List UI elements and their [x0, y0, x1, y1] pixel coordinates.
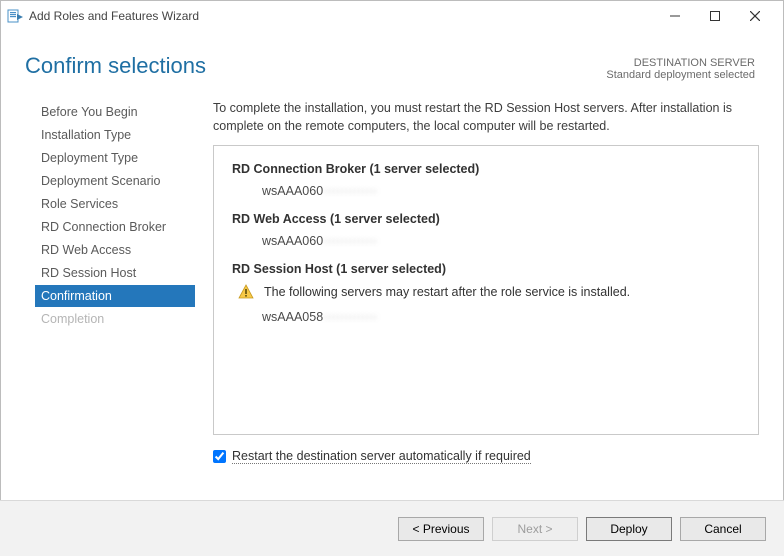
dest-label: DESTINATION SERVER: [606, 57, 755, 69]
footer: < Previous Next > Deploy Cancel: [0, 500, 784, 556]
window-controls: [655, 2, 775, 30]
restart-warning: The following servers may restart after …: [238, 284, 740, 300]
minimize-button[interactable]: [655, 2, 695, 30]
dest-value: Standard deployment selected: [606, 69, 755, 81]
step-role-services[interactable]: Role Services: [35, 193, 195, 215]
next-button: Next >: [492, 517, 578, 541]
step-completion: Completion: [35, 308, 195, 330]
content: Before You Begin Installation Type Deplo…: [1, 81, 783, 485]
page-title: Confirm selections: [25, 53, 606, 79]
rd-web-access-head: RD Web Access (1 server selected): [232, 212, 740, 226]
warning-text: The following servers may restart after …: [264, 285, 630, 299]
step-rd-web-access[interactable]: RD Web Access: [35, 239, 195, 261]
step-rd-session-host[interactable]: RD Session Host: [35, 262, 195, 284]
destination-server: DESTINATION SERVER Standard deployment s…: [606, 57, 755, 81]
rd-connection-broker-head: RD Connection Broker (1 server selected): [232, 162, 740, 176]
wizard-icon: [7, 8, 23, 24]
main-panel: To complete the installation, you must r…: [195, 99, 759, 485]
selections-panel: RD Connection Broker (1 server selected)…: [213, 145, 759, 435]
step-confirmation[interactable]: Confirmation: [35, 285, 195, 307]
rd-session-host-head: RD Session Host (1 server selected): [232, 262, 740, 276]
restart-checkbox-label[interactable]: Restart the destination server automatic…: [232, 449, 531, 464]
intro-text: To complete the installation, you must r…: [213, 99, 759, 135]
previous-button[interactable]: < Previous: [398, 517, 484, 541]
wizard-steps: Before You Begin Installation Type Deplo…: [35, 99, 195, 485]
deploy-button[interactable]: Deploy: [586, 517, 672, 541]
step-rd-connection-broker[interactable]: RD Connection Broker: [35, 216, 195, 238]
maximize-button[interactable]: [695, 2, 735, 30]
rd-session-host-server: wsAAA058·············: [262, 310, 740, 324]
step-deployment-scenario[interactable]: Deployment Scenario: [35, 170, 195, 192]
window-title: Add Roles and Features Wizard: [29, 9, 655, 23]
restart-checkbox-row: Restart the destination server automatic…: [213, 449, 759, 464]
rd-connection-broker-server: wsAAA060·············: [262, 184, 740, 198]
rd-web-access-server: wsAAA060·············: [262, 234, 740, 248]
titlebar: Add Roles and Features Wizard: [1, 1, 783, 31]
step-before-you-begin[interactable]: Before You Begin: [35, 101, 195, 123]
close-button[interactable]: [735, 2, 775, 30]
warning-icon: [238, 284, 254, 300]
header: Confirm selections DESTINATION SERVER St…: [1, 31, 783, 81]
cancel-button[interactable]: Cancel: [680, 517, 766, 541]
step-deployment-type[interactable]: Deployment Type: [35, 147, 195, 169]
restart-checkbox[interactable]: [213, 450, 226, 463]
step-installation-type[interactable]: Installation Type: [35, 124, 195, 146]
